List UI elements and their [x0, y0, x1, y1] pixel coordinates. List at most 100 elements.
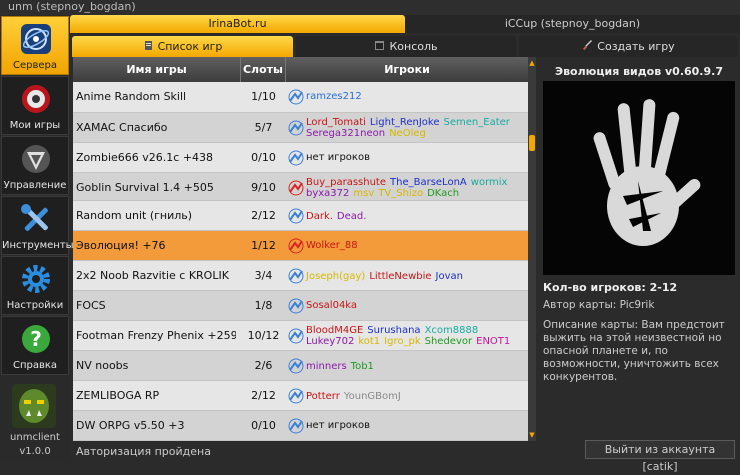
game-players: Dark. Dead.	[286, 201, 528, 231]
sidebar-item-label: Сервера	[12, 60, 57, 71]
sidebar-item-settings[interactable]: Настройки	[1, 256, 69, 315]
player-name[interactable]: Lukey702	[306, 336, 354, 347]
globe-icon	[21, 24, 51, 54]
game-slots: 2/12	[251, 389, 276, 402]
table-row[interactable]: ZEMLIBOGA RP 2/12 Potterr YounGBomJ	[73, 381, 528, 411]
scroll-down-icon[interactable]: ▼	[528, 431, 536, 439]
player-name[interactable]: Lord_Tomati	[306, 117, 366, 128]
player-name[interactable]: Jovan	[436, 271, 463, 282]
player-name[interactable]: Igro_pk	[384, 336, 420, 347]
tab-iccup[interactable]: iCCup (stepnoy_bogdan)	[405, 15, 740, 33]
game-name: XAMAC Спасибо	[76, 121, 168, 134]
table-row[interactable]: XAMAC Спасибо 5/7 Lord_Tomati Light_RenJoke…	[73, 113, 528, 143]
game-slots: 2/6	[254, 359, 273, 372]
player-name[interactable]: Potterr	[306, 391, 340, 402]
player-name[interactable]: нет игроков	[306, 411, 370, 441]
sidebar-item-servers[interactable]: Сервера	[1, 16, 69, 75]
column-header-players[interactable]: Игроки	[286, 57, 528, 82]
player-name[interactable]: Light_RenJoke	[370, 117, 440, 128]
table-row[interactable]: Эволюция! +76 1/12 Wolker_88	[73, 231, 528, 261]
game-slots: 1/10	[251, 90, 276, 103]
player-name[interactable]: Sosal04ka	[306, 291, 357, 321]
table-header: Имя игры Слоты Игроки	[73, 57, 528, 82]
player-name[interactable]: Joseph(gay)	[306, 271, 365, 282]
tab-label: Консоль	[389, 40, 438, 53]
player-name[interactable]: Dead.	[337, 211, 367, 222]
player-name[interactable]: Wolker_88	[306, 231, 358, 261]
map-author: Автор карты: Pic9rik	[543, 299, 655, 311]
sidebar-item-management[interactable]: Управление	[1, 136, 69, 195]
tab-game-list[interactable]: Список игр	[72, 36, 293, 57]
scroll-thumb[interactable]	[529, 135, 535, 151]
table-row[interactable]: DW ORPG v5.50 +3 0/10 нет игроков	[73, 411, 528, 441]
player-name[interactable]: wormix	[471, 177, 508, 188]
column-header-name[interactable]: Имя игры	[73, 57, 241, 82]
table-row[interactable]: Zombie666 v26.1c +438 0/10 нет игроков	[73, 143, 528, 173]
player-name[interactable]: kot1	[358, 336, 380, 347]
lobby-status-icon	[288, 268, 304, 284]
player-name[interactable]: minners	[306, 361, 347, 372]
game-name: Footman Frenzy Phenix +2592	[76, 329, 236, 342]
sidebar-item-my-games[interactable]: Мои игры	[1, 76, 69, 135]
player-name[interactable]: Xcom8888	[425, 325, 479, 336]
player-name[interactable]: byxa372	[306, 188, 349, 199]
player-name[interactable]: Dark.	[306, 211, 333, 222]
help-icon: ?	[22, 325, 50, 353]
table-row[interactable]: Footman Frenzy Phenix +2592 10/12 BloodM4G…	[73, 321, 528, 351]
table-scrollbar[interactable]: ▲ ▼	[528, 57, 536, 441]
logout-button[interactable]: Выйти из аккаунта [catik]	[585, 440, 735, 473]
player-name[interactable]: YounGBomJ	[344, 391, 401, 402]
sidebar-item-tools[interactable]: Инструменты	[1, 196, 74, 255]
game-name: Anime Random Skill	[76, 90, 187, 103]
tab-create-game[interactable]: Создать игру	[519, 36, 738, 57]
table-row[interactable]: NV noobs 2/6 minners Tob1	[73, 351, 528, 381]
player-name[interactable]: msv	[353, 188, 374, 199]
tab-label: Список игр	[157, 40, 223, 53]
player-name[interactable]: Semen_Eater	[444, 117, 510, 128]
player-name[interactable]: ramzes212	[306, 82, 362, 112]
client-info: unmclient v1.0.0	[0, 378, 70, 462]
game-slots: 10/12	[247, 329, 280, 342]
table-row[interactable]: 2x2 Noob Razvitie c KROLIK 3/4 Joseph(gay)…	[73, 261, 528, 291]
column-header-slots[interactable]: Слоты	[241, 57, 286, 82]
player-name[interactable]: Surushana	[367, 325, 420, 336]
player-name[interactable]: DKach	[427, 188, 459, 199]
console-icon	[375, 41, 385, 50]
player-name[interactable]: Serega321neon	[306, 128, 385, 139]
client-version: v1.0.0	[19, 446, 51, 457]
sidebar-item-help[interactable]: ? Справка	[1, 316, 69, 375]
player-name[interactable]: ENOT1	[476, 336, 510, 347]
tab-console[interactable]: Консоль	[296, 36, 516, 57]
player-name[interactable]: нет игроков	[306, 143, 370, 173]
lobby-status-icon	[288, 208, 304, 224]
table-row[interactable]: Goblin Survival 1.4 +505 9/10 Buy_parasshu…	[73, 173, 528, 201]
player-name[interactable]: Tob1	[351, 361, 374, 372]
player-name[interactable]: BloodM4GE	[306, 325, 363, 336]
players-list: ramzes212	[306, 82, 528, 112]
game-slots: 0/10	[251, 419, 276, 432]
lobby-status-icon	[288, 418, 304, 434]
game-name: 2x2 Noob Razvitie c KROLIK	[76, 269, 229, 282]
player-name[interactable]: TV_Shizo	[378, 188, 423, 199]
lobby-status-icon	[288, 150, 304, 166]
player-name[interactable]: LittleNewbie	[369, 271, 431, 282]
joystick-icon	[22, 85, 50, 113]
game-slots: 1/12	[251, 239, 276, 252]
tab-irinabot[interactable]: IrinaBot.ru	[70, 15, 405, 33]
players-list: Wolker_88	[306, 231, 528, 261]
game-name: NV noobs	[76, 359, 129, 372]
scroll-up-icon[interactable]: ▲	[528, 59, 536, 67]
table-row[interactable]: Anime Random Skill 1/10 ramzes212	[73, 82, 528, 113]
player-name[interactable]: The_BarseLonA	[390, 177, 467, 188]
player-name[interactable]: Shedevor	[425, 336, 473, 347]
player-name[interactable]: Buy_parasshute	[306, 177, 386, 188]
sidebar-item-label: Настройки	[6, 300, 64, 311]
player-name[interactable]: NeOleg	[389, 128, 426, 139]
game-slots: 0/10	[251, 151, 276, 164]
orc-avatar-icon	[12, 384, 56, 428]
table-row[interactable]: FOCS 1/8 Sosal04ka	[73, 291, 528, 321]
game-slots: 2/12	[251, 209, 276, 222]
table-row[interactable]: Random unit (гниль) 2/12 Dark. Dead.	[73, 201, 528, 231]
players-count: Кол-во игроков: 2-12	[543, 281, 678, 294]
svg-text:?: ?	[30, 327, 42, 351]
